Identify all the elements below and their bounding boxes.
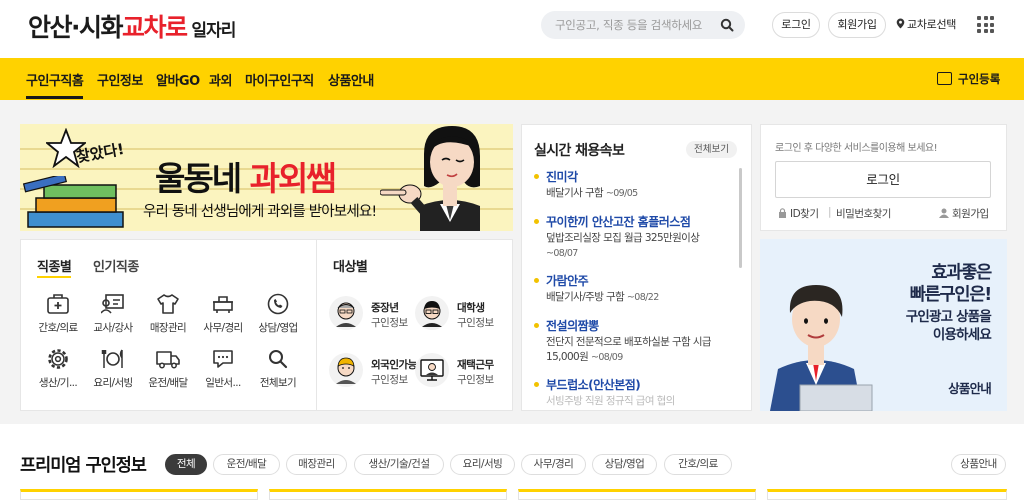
office-desk-icon (213, 296, 233, 313)
premium-card[interactable] (269, 489, 507, 500)
category-general-service[interactable]: 일반서... (195, 348, 251, 390)
tab-popular-jobs[interactable]: 인기직종 (93, 256, 139, 275)
premium-card[interactable] (767, 489, 1007, 500)
category-production[interactable]: 생산/기... (30, 348, 86, 390)
user-icon (939, 208, 949, 218)
main-nav: 구인구직홈 구인정보 알바GO 과외 마이구인구직 상품안내 구인등록 (0, 58, 1024, 100)
category-sales[interactable]: 상담/영업 (250, 293, 306, 335)
realtime-scrollbar[interactable] (739, 168, 742, 268)
teacher-illustration (380, 126, 480, 231)
chip-cooking[interactable]: 요리/서빙 (450, 454, 515, 475)
category-driving[interactable]: 운전/배달 (140, 348, 196, 390)
chat-bubble-icon (213, 350, 233, 368)
chip-all[interactable]: 전체 (165, 454, 207, 475)
logo-brand: 교차로 (122, 13, 188, 42)
student-face-icon (422, 301, 442, 327)
ad-line-2: 빠른구인은! (909, 285, 992, 305)
login-link[interactable]: 로그인 (772, 12, 820, 38)
nav-job-info[interactable]: 구인정보 (97, 70, 143, 89)
job-item[interactable]: 전설의짬뽕 전단지 전문적으로 배포하실분 구함 시급 15,000원 ~08/… (534, 317, 734, 365)
remote-work-monitor-icon (420, 359, 444, 381)
nav-tutoring[interactable]: 과외 (209, 70, 232, 89)
foreigner-face-icon (336, 357, 356, 384)
ad-line-3: 구인광고 상품을 (905, 309, 992, 325)
chip-store[interactable]: 매장관리 (286, 454, 347, 475)
medical-kit-icon (47, 294, 69, 314)
find-id-link[interactable]: ID찾기 (778, 206, 819, 221)
target-title: 대상별 (333, 260, 368, 275)
chip-driving[interactable]: 운전/배달 (213, 454, 280, 475)
premium-card[interactable] (518, 489, 756, 500)
books-icon (22, 176, 124, 228)
lock-icon (779, 208, 786, 218)
find-password-link[interactable]: 비밀번호찾기 (836, 206, 891, 221)
logo-suffix: 일자리 (186, 21, 236, 41)
gear-icon (48, 349, 68, 369)
search-box[interactable]: 구인공고, 직종 등을 검색하세요 (541, 11, 745, 39)
logo-region: 안산·시화 (28, 13, 124, 42)
product-ad-banner[interactable]: 효과좋은 빠른구인은! 구인광고 상품을 이용하세요 상품안내 (760, 239, 1007, 411)
top-header: 안산·시화교차로 일자리 구인공고, 직종 등을 검색하세요 로그인 회원가입 … (0, 0, 1024, 58)
phone-call-icon (267, 293, 289, 315)
middle-aged-face-icon (336, 302, 356, 327)
banner-title: 울동네 과외쌤 (155, 159, 337, 198)
banner-subtitle: 우리 동네 선생님에게 과외를 받아보세요! (143, 204, 377, 220)
businessman-illustration (770, 285, 873, 411)
category-teacher[interactable]: 교사/강사 (85, 293, 141, 335)
join-link[interactable]: 회원가입 (939, 206, 989, 221)
premium-card[interactable] (20, 489, 258, 500)
job-item[interactable]: 꾸이한끼 안산고잔 홈플러스점 덮밥조리실장 모집 월급 325만원이상 ~08… (534, 213, 734, 261)
chip-production[interactable]: 생산/기술/건설 (354, 454, 444, 475)
tab-job-type[interactable]: 직종별 (37, 256, 72, 278)
register-doc-icon (937, 72, 952, 85)
nav-albago[interactable]: 알바GO (156, 70, 200, 89)
teacher-board-icon (101, 294, 124, 314)
job-item[interactable]: 부드럽소(안산본점) 서빙주방 직원 정규직 급여 협의 (534, 376, 734, 410)
chip-medical[interactable]: 간호/의료 (664, 454, 732, 475)
site-logo[interactable]: 안산·시화교차로 일자리 (28, 8, 236, 44)
nav-products[interactable]: 상품안내 (328, 70, 374, 89)
chip-office[interactable]: 사무/경리 (521, 454, 586, 475)
login-button[interactable]: 로그인 (775, 161, 991, 198)
search-input[interactable]: 구인공고, 직종 등을 검색하세요 (555, 17, 702, 33)
login-hint: 로그인 후 다양한 서비스를이용해 보세요! (775, 143, 938, 154)
job-item[interactable]: 진미각 배달기사 구함 ~09/05 (534, 168, 734, 202)
region-select[interactable]: 교차로선택 (896, 12, 956, 38)
dish-icon (101, 349, 123, 368)
all-menu-grid-icon[interactable] (977, 16, 994, 33)
category-store[interactable]: 매장관리 (140, 293, 196, 335)
category-medical[interactable]: 간호/의료 (30, 293, 86, 335)
tutor-banner[interactable]: 찾았다! 울동네 과외쌤 우리 동네 선생님에게 과외를 받아보세요! (20, 124, 513, 231)
search-icon (269, 350, 288, 369)
chip-sales[interactable]: 상담/영업 (592, 454, 657, 475)
search-icon[interactable] (720, 18, 734, 32)
location-pin-icon (896, 18, 905, 29)
ad-product-info-button[interactable]: 상품안내 (948, 378, 992, 397)
job-item[interactable]: 가람안주 배달기사/주방 구함 ~08/22 (534, 272, 734, 306)
region-label: 교차로선택 (907, 18, 957, 31)
truck-icon (156, 351, 180, 369)
premium-title: 프리미엄 구인정보 (20, 456, 147, 476)
premium-product-button[interactable]: 상품안내 (951, 454, 1006, 475)
nav-my-jobs[interactable]: 마이구인구직 (245, 70, 314, 89)
category-office[interactable]: 사무/경리 (195, 293, 251, 335)
register-job-button[interactable]: 구인등록 (937, 71, 1000, 87)
realtime-title: 실시간 채용속보 (534, 143, 625, 159)
category-cooking[interactable]: 요리/서빙 (85, 348, 141, 390)
nav-home[interactable]: 구인구직홈 (26, 70, 84, 99)
category-view-all[interactable]: 전체보기 (250, 348, 306, 390)
shirt-icon (157, 294, 179, 314)
ad-line-4: 이용하세요 (932, 327, 992, 343)
realtime-view-all-button[interactable]: 전체보기 (686, 141, 737, 158)
signup-link[interactable]: 회원가입 (828, 12, 886, 38)
